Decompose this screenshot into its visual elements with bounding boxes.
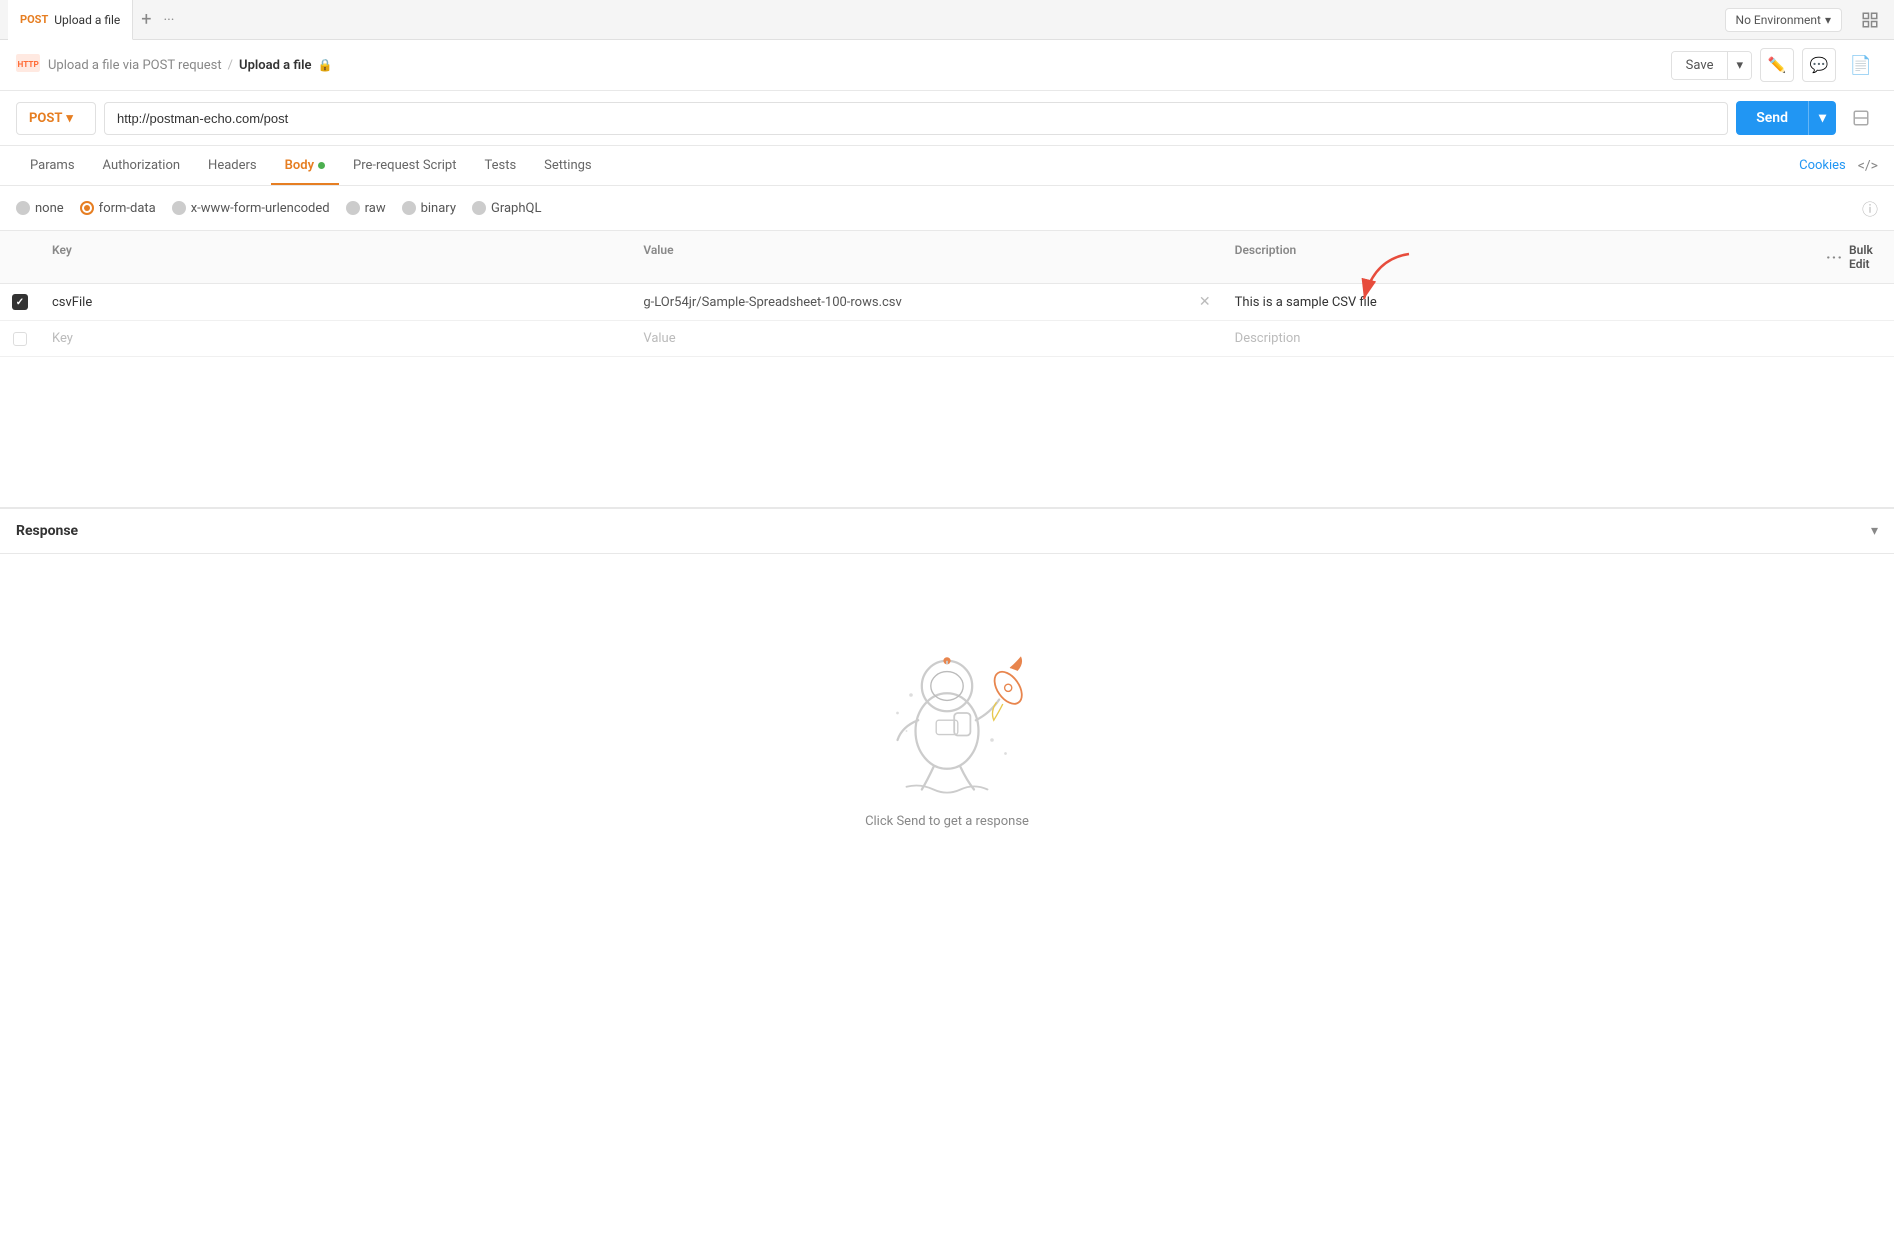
body-type-formdata-label: form-data: [99, 201, 156, 216]
placeholder-description[interactable]: Description: [1223, 321, 1814, 356]
method-selector[interactable]: POST ▾: [16, 102, 96, 135]
breadcrumb-actions: Save ▾ ✏️ 💬 📄: [1671, 48, 1878, 82]
radio-none-icon: [16, 201, 30, 215]
body-type-raw[interactable]: raw: [346, 201, 386, 216]
breadcrumb-separator: /: [228, 58, 233, 73]
environment-selector[interactable]: No Environment ▾: [1725, 8, 1842, 32]
breadcrumb-current: Upload a file: [239, 58, 311, 73]
response-panel-icon[interactable]: [1844, 101, 1878, 135]
placeholder-actions: [1814, 329, 1894, 349]
body-type-none[interactable]: none: [16, 201, 64, 216]
placeholder-checkbox: [13, 332, 27, 346]
info-icon[interactable]: ⓘ: [1862, 196, 1878, 220]
document-icon[interactable]: 📄: [1844, 48, 1878, 82]
send-button[interactable]: Send ▾: [1736, 101, 1836, 135]
tab-bar-right: No Environment ▾: [1725, 4, 1886, 36]
body-type-binary-label: binary: [421, 201, 456, 216]
form-table: Key Value Description ··· Bulk Edit csvF…: [0, 231, 1894, 357]
response-chevron-icon[interactable]: ▾: [1871, 523, 1878, 539]
send-arrow-icon[interactable]: ▾: [1808, 101, 1836, 135]
more-tabs-button[interactable]: ···: [159, 12, 178, 28]
tab-settings[interactable]: Settings: [530, 146, 605, 185]
col-actions: ··· Bulk Edit: [1814, 239, 1894, 275]
col-checkbox: [0, 239, 40, 275]
radio-graphql-icon: [472, 201, 486, 215]
env-label: No Environment: [1736, 13, 1821, 27]
save-arrow-icon[interactable]: ▾: [1728, 52, 1751, 79]
breadcrumb-bar: HTTP Upload a file via POST request / Up…: [0, 40, 1894, 91]
save-label: Save: [1672, 52, 1729, 79]
body-type-graphql[interactable]: GraphQL: [472, 201, 541, 216]
body-type-urlencoded[interactable]: x-www-form-urlencoded: [172, 201, 330, 216]
tab-prerequest[interactable]: Pre-request Script: [339, 146, 470, 185]
tab-navigation: Params Authorization Headers Body Pre-re…: [0, 146, 1894, 186]
add-tab-button[interactable]: +: [133, 9, 159, 30]
send-hint-text: Click Send to get a response: [865, 814, 1029, 829]
radio-formdata-icon: [80, 201, 94, 215]
row-checkbox[interactable]: [12, 294, 28, 310]
row-key-cell[interactable]: csvFile: [40, 285, 631, 320]
tab-method-label: POST: [20, 13, 48, 26]
body-type-graphql-label: GraphQL: [491, 201, 541, 216]
tab-body[interactable]: Body: [271, 146, 339, 185]
workspace-icon[interactable]: [1854, 4, 1886, 36]
response-body: Click Send to get a response: [0, 554, 1894, 889]
row-actions-cell: [1814, 292, 1894, 312]
url-bar: POST ▾ Send ▾: [0, 91, 1894, 146]
col-key: Key: [40, 239, 631, 275]
bulk-edit-button[interactable]: Bulk Edit: [1849, 243, 1882, 271]
content-spacer: [0, 357, 1894, 507]
breadcrumb-prefix: Upload a file via POST request: [48, 58, 222, 73]
code-icon[interactable]: </>: [1858, 158, 1878, 174]
tab-title: Upload a file: [54, 13, 120, 27]
remove-file-button[interactable]: ✕: [1199, 294, 1211, 310]
url-input[interactable]: [104, 102, 1728, 135]
col-value: Value: [631, 239, 1222, 275]
body-type-none-label: none: [35, 201, 64, 216]
table-row: csvFile g-LOr54jr/Sample-Spreadsheet-100…: [0, 284, 1894, 321]
cookies-link[interactable]: Cookies: [1799, 158, 1846, 173]
response-title: Response: [16, 523, 78, 539]
method-chevron-icon: ▾: [66, 111, 73, 126]
astronaut-illustration: [857, 614, 1037, 794]
method-label: POST: [29, 111, 62, 126]
active-tab[interactable]: POST Upload a file: [8, 0, 133, 40]
tab-bar: POST Upload a file + ··· No Environment …: [0, 0, 1894, 40]
row-file-value[interactable]: g-LOr54jr/Sample-Spreadsheet-100-rows.cs…: [643, 295, 1193, 310]
body-type-urlencoded-label: x-www-form-urlencoded: [191, 201, 330, 216]
env-chevron-icon: ▾: [1825, 13, 1831, 27]
radio-binary-icon: [402, 201, 416, 215]
response-section-header[interactable]: Response ▾: [0, 507, 1894, 554]
placeholder-value[interactable]: Value: [631, 321, 1222, 356]
request-type-icon: HTTP: [16, 54, 40, 76]
tab-tests[interactable]: Tests: [470, 146, 530, 185]
body-type-binary[interactable]: binary: [402, 201, 456, 216]
edit-button[interactable]: ✏️: [1760, 48, 1794, 82]
send-label: Send: [1736, 101, 1808, 135]
row-checkbox-cell: [0, 284, 40, 320]
row-description-cell[interactable]: This is a sample CSV file: [1223, 285, 1814, 320]
body-type-raw-label: raw: [365, 201, 386, 216]
tab-authorization[interactable]: Authorization: [89, 146, 195, 185]
comment-button[interactable]: 💬: [1802, 48, 1836, 82]
radio-raw-icon: [346, 201, 360, 215]
three-dots-icon[interactable]: ···: [1826, 248, 1843, 267]
placeholder-checkbox-cell: [0, 322, 40, 356]
row-value-cell: g-LOr54jr/Sample-Spreadsheet-100-rows.cs…: [631, 284, 1222, 320]
body-type-bar: none form-data x-www-form-urlencoded raw…: [0, 186, 1894, 231]
lock-icon: 🔒: [318, 58, 333, 72]
tab-params[interactable]: Params: [16, 146, 89, 185]
col-description: Description: [1223, 239, 1814, 275]
tab-headers[interactable]: Headers: [194, 146, 271, 185]
svg-text:HTTP: HTTP: [18, 60, 39, 70]
body-type-formdata[interactable]: form-data: [80, 201, 156, 216]
table-placeholder-row: Key Value Description: [0, 321, 1894, 357]
radio-urlencoded-icon: [172, 201, 186, 215]
tab-nav-right: Cookies </>: [1799, 158, 1878, 174]
placeholder-key[interactable]: Key: [40, 321, 631, 356]
save-button[interactable]: Save ▾: [1671, 51, 1752, 80]
body-dot: [318, 162, 325, 169]
table-header: Key Value Description ··· Bulk Edit: [0, 231, 1894, 284]
